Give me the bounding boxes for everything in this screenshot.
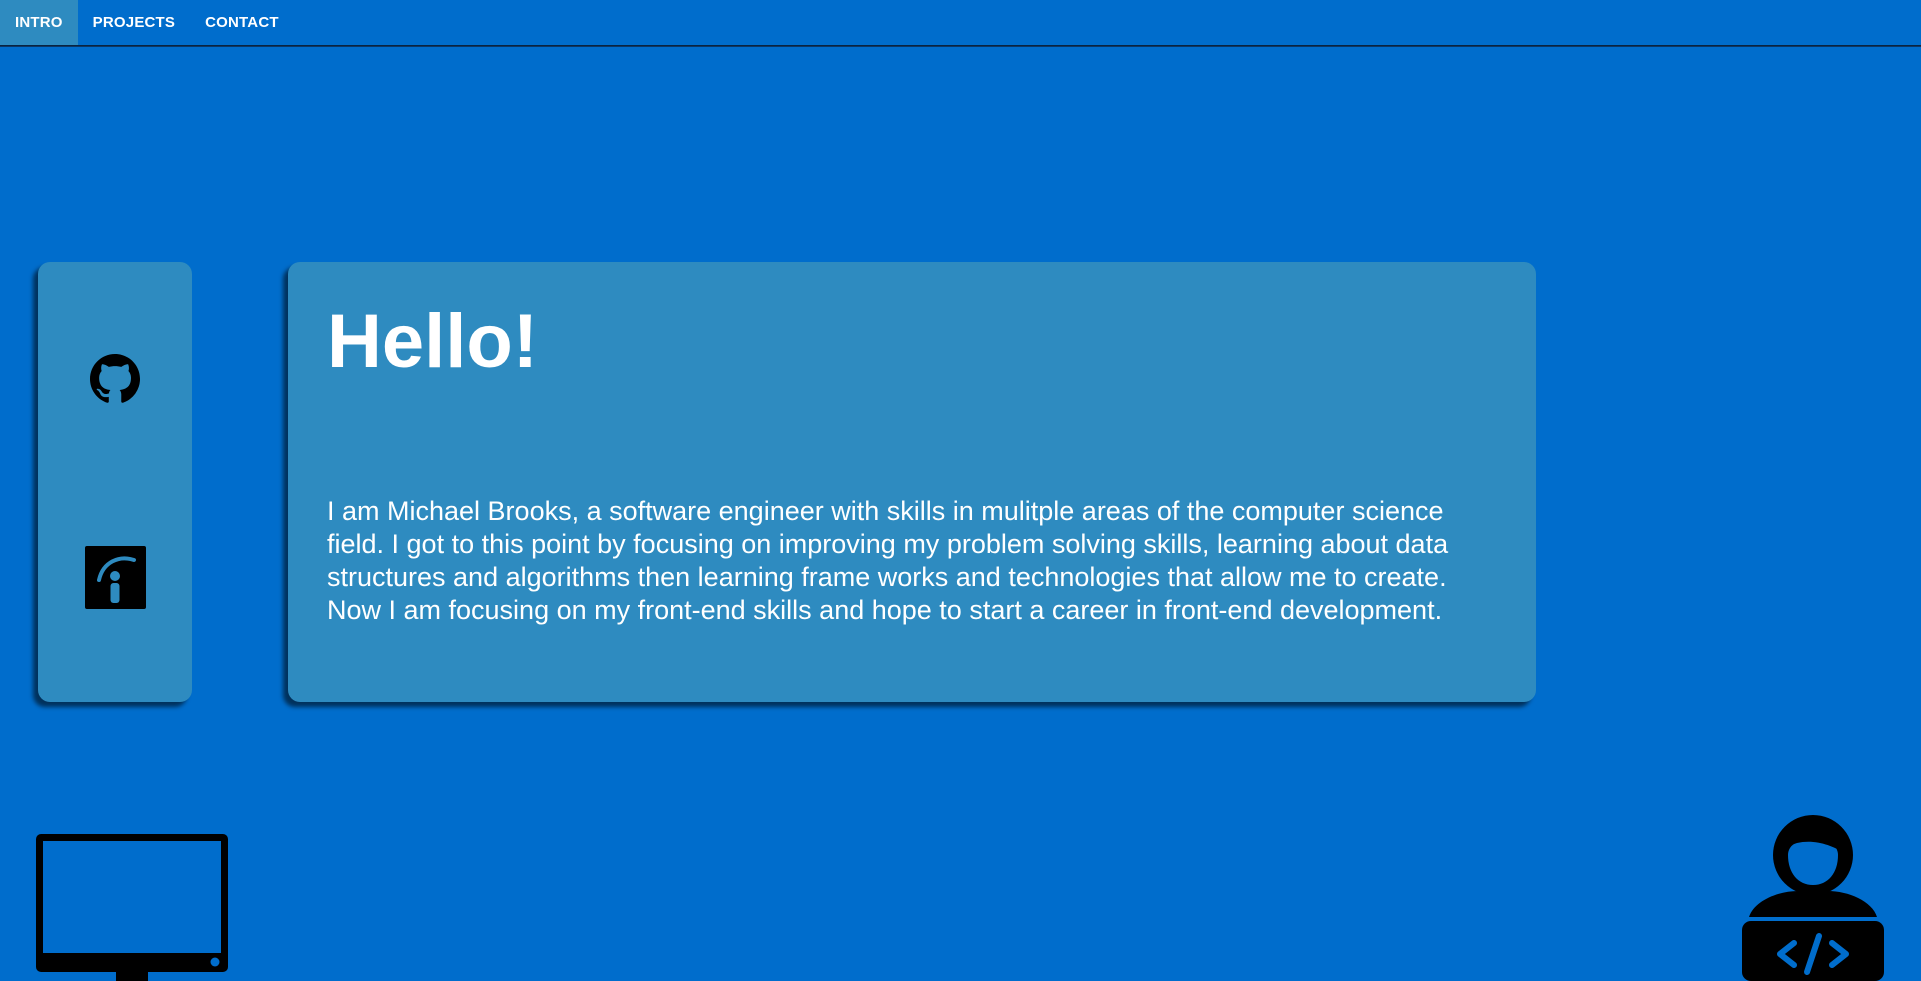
nav-tab-intro[interactable]: INTRO	[0, 0, 78, 45]
developer-icon	[1742, 815, 1884, 981]
github-icon	[90, 354, 140, 403]
indeed-link[interactable]	[85, 546, 146, 609]
top-navbar: INTRO PROJECTS CONTACT	[0, 0, 1921, 46]
intro-bio: I am Michael Brooks, a software engineer…	[327, 496, 1449, 625]
intro-card: Hello! I am Michael Brooks, a software e…	[288, 262, 1536, 702]
nav-tab-projects[interactable]: PROJECTS	[78, 0, 190, 45]
indeed-icon	[85, 546, 146, 609]
intro-heading: Hello!	[327, 299, 539, 384]
nav-tab-contact[interactable]: CONTACT	[190, 0, 294, 45]
github-link[interactable]	[90, 354, 140, 404]
monitor-icon	[36, 834, 228, 981]
social-links-card	[38, 262, 192, 702]
